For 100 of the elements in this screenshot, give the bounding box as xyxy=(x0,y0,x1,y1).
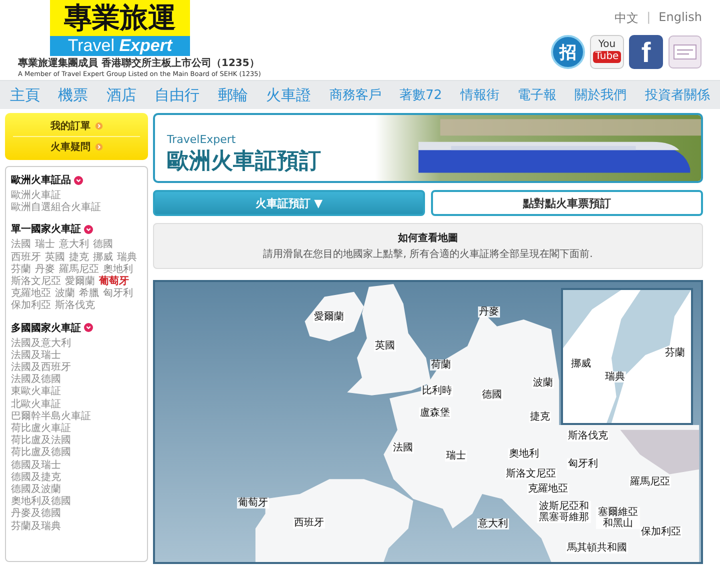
sidebar-link[interactable]: 芬蘭 xyxy=(11,264,31,276)
sidebar-link[interactable]: 保加利亞 xyxy=(11,300,51,313)
sidebar-link[interactable]: 巴爾幹半島火車証 xyxy=(11,410,91,424)
sidebar-link[interactable]: 德國及捷克 xyxy=(11,472,61,484)
sidebar-link[interactable]: 英國 xyxy=(45,252,65,264)
country-label[interactable]: 波斯尼亞和黑塞哥維那 xyxy=(537,501,591,523)
nav-link[interactable]: 著數72 xyxy=(400,86,442,104)
country-label[interactable]: 英國 xyxy=(374,340,396,352)
sidebar-link[interactable]: 波蘭 xyxy=(55,288,75,300)
nav-link[interactable]: 電子報 xyxy=(518,86,557,104)
sidebar-link[interactable]: 德國及瑞士 xyxy=(11,460,61,472)
country-label[interactable]: 葡萄牙 xyxy=(237,498,269,508)
sidebar-link[interactable]: 西班牙 xyxy=(11,252,41,264)
sidebar-link[interactable]: 克羅地亞 xyxy=(11,288,51,300)
booking-tab[interactable]: 火車証預訂 ▼ xyxy=(153,190,425,216)
country-label[interactable]: 奧地利 xyxy=(508,448,540,460)
country-label[interactable]: 法國 xyxy=(392,442,414,454)
sidebar-link[interactable]: 荷比盧及法國 xyxy=(11,435,71,448)
sidebar-link[interactable]: 奧地利 xyxy=(103,264,133,276)
banner-brand: TravelExpert xyxy=(167,133,237,146)
nav-link[interactable]: 自由行 xyxy=(154,86,200,104)
language-link[interactable]: English xyxy=(658,10,702,27)
country-label[interactable]: 芬蘭 xyxy=(664,348,686,358)
booking-tab[interactable]: 點對點火車票預訂 xyxy=(431,190,703,216)
sidebar-link[interactable]: 歐洲火車証 xyxy=(11,190,61,202)
sidebar-link[interactable]: 意大利 xyxy=(59,239,89,252)
country-label[interactable]: 荷蘭 xyxy=(430,360,452,370)
section-title: 多國國家火車証 xyxy=(11,321,81,335)
country-label[interactable]: 保加利亞 xyxy=(640,526,682,538)
sidebar-link[interactable]: 奧地利及德國 xyxy=(11,496,71,508)
nav-link[interactable]: 機票 xyxy=(58,86,88,104)
sidebar-link[interactable]: 捷克 xyxy=(69,252,89,264)
country-label[interactable]: 西班牙 xyxy=(293,518,325,528)
sidebar-link[interactable]: 斯洛伐克 xyxy=(55,300,95,313)
sidebar-link[interactable]: 法國及德國 xyxy=(11,374,61,386)
nav-link[interactable]: 投資者關係 xyxy=(644,86,710,104)
sidebar-link[interactable]: 德國 xyxy=(93,239,113,252)
sidebar-link[interactable]: 德國及波蘭 xyxy=(11,484,61,496)
sidebar-link[interactable]: 荷比盧及德國 xyxy=(11,447,71,460)
sidebar-link[interactable]: 斯洛文尼亞 xyxy=(11,276,61,288)
country-label[interactable]: 波蘭 xyxy=(532,378,554,388)
country-label[interactable]: 羅馬尼亞 xyxy=(629,476,671,488)
youtube-icon[interactable]: You Tube xyxy=(590,35,624,69)
sidebar-link[interactable]: 法國 xyxy=(11,239,31,252)
sidebar-link[interactable]: 匈牙利 xyxy=(103,288,133,300)
country-label[interactable]: 克羅地亞 xyxy=(527,484,569,494)
nav-link[interactable]: 情報街 xyxy=(460,86,500,104)
sidebar-link[interactable]: 歐洲自選組合火車証 xyxy=(11,202,101,214)
recruitment-icon[interactable]: 招 xyxy=(551,35,585,69)
nav-link[interactable]: 酒店 xyxy=(106,86,136,104)
info-title: 如何查看地圖 xyxy=(398,232,458,245)
sidebar-link[interactable]: 希臘 xyxy=(79,288,99,300)
sidebar-link[interactable]: 瑞典 xyxy=(117,252,137,264)
sidebar-link[interactable]: 瑞士 xyxy=(35,239,55,252)
nav-link[interactable]: 主頁 xyxy=(10,86,40,104)
country-label[interactable]: 塞爾維亞和黑山 xyxy=(596,507,640,529)
country-label[interactable]: 德國 xyxy=(481,390,503,400)
sidebar-link[interactable]: 法國及意大利 xyxy=(11,338,71,350)
sidebar-link[interactable]: 羅馬尼亞 xyxy=(59,264,99,276)
sidebar-link[interactable]: 葡萄牙 xyxy=(99,276,129,288)
certificate-icon[interactable] xyxy=(668,35,702,69)
country-label[interactable]: 匈牙利 xyxy=(567,458,599,470)
language-link[interactable]: 中文 xyxy=(614,10,639,27)
sidebar-link[interactable]: 挪威 xyxy=(93,252,113,264)
sidebar-link[interactable]: 芬蘭及瑞典 xyxy=(11,520,61,533)
quick-link[interactable]: 我的訂單 xyxy=(13,116,140,137)
nav-link[interactable]: 商務客戶 xyxy=(329,86,382,104)
chevron-icon xyxy=(94,143,102,151)
sidebar-link[interactable]: 荷比盧火車証 xyxy=(11,423,71,436)
country-label[interactable]: 意大利 xyxy=(477,518,509,530)
nav-link[interactable]: 郵輪 xyxy=(218,86,248,104)
sidebar-link[interactable]: 東歐火車証 xyxy=(11,386,61,399)
sidebar-link[interactable]: 愛爾蘭 xyxy=(65,276,95,288)
sidebar-link[interactable]: 北歐火車証 xyxy=(11,398,61,411)
sidebar-link[interactable]: 丹麥及德國 xyxy=(11,508,61,521)
expand-icon[interactable] xyxy=(84,323,93,332)
facebook-icon[interactable]: f xyxy=(629,35,663,69)
sidebar-link[interactable]: 法國及西班牙 xyxy=(11,362,71,374)
expand-icon[interactable] xyxy=(84,224,93,234)
country-label[interactable]: 丹麥 xyxy=(478,306,500,318)
country-label[interactable]: 捷克 xyxy=(529,412,551,422)
sidebar-link[interactable]: 法國及瑞士 xyxy=(11,350,61,362)
nav-link[interactable]: 火車證 xyxy=(266,86,312,104)
country-label[interactable]: 挪威 xyxy=(570,358,592,370)
sidebar-link[interactable]: 丹麥 xyxy=(35,264,55,276)
country-label[interactable]: 斯洛伐克 xyxy=(567,430,609,442)
country-label[interactable]: 愛爾蘭 xyxy=(313,312,345,322)
country-label[interactable]: 斯洛文尼亞 xyxy=(505,468,557,480)
separator: | xyxy=(646,10,651,26)
country-label[interactable]: 比利時 xyxy=(421,386,453,396)
country-label[interactable]: 盧森堡 xyxy=(419,408,451,418)
country-label[interactable]: 馬其頓共和國 xyxy=(566,542,628,554)
nav-link[interactable]: 關於我們 xyxy=(574,86,627,104)
banner-title: 歐洲火車証預訂 xyxy=(167,148,322,176)
quick-link[interactable]: 火車疑問 xyxy=(13,137,140,157)
country-label[interactable]: 瑞典 xyxy=(604,372,626,382)
expand-icon[interactable] xyxy=(74,176,83,184)
section-title: 歐洲火車証品 xyxy=(11,174,71,187)
chevron-icon xyxy=(94,122,102,130)
country-label[interactable]: 瑞士 xyxy=(445,450,467,462)
